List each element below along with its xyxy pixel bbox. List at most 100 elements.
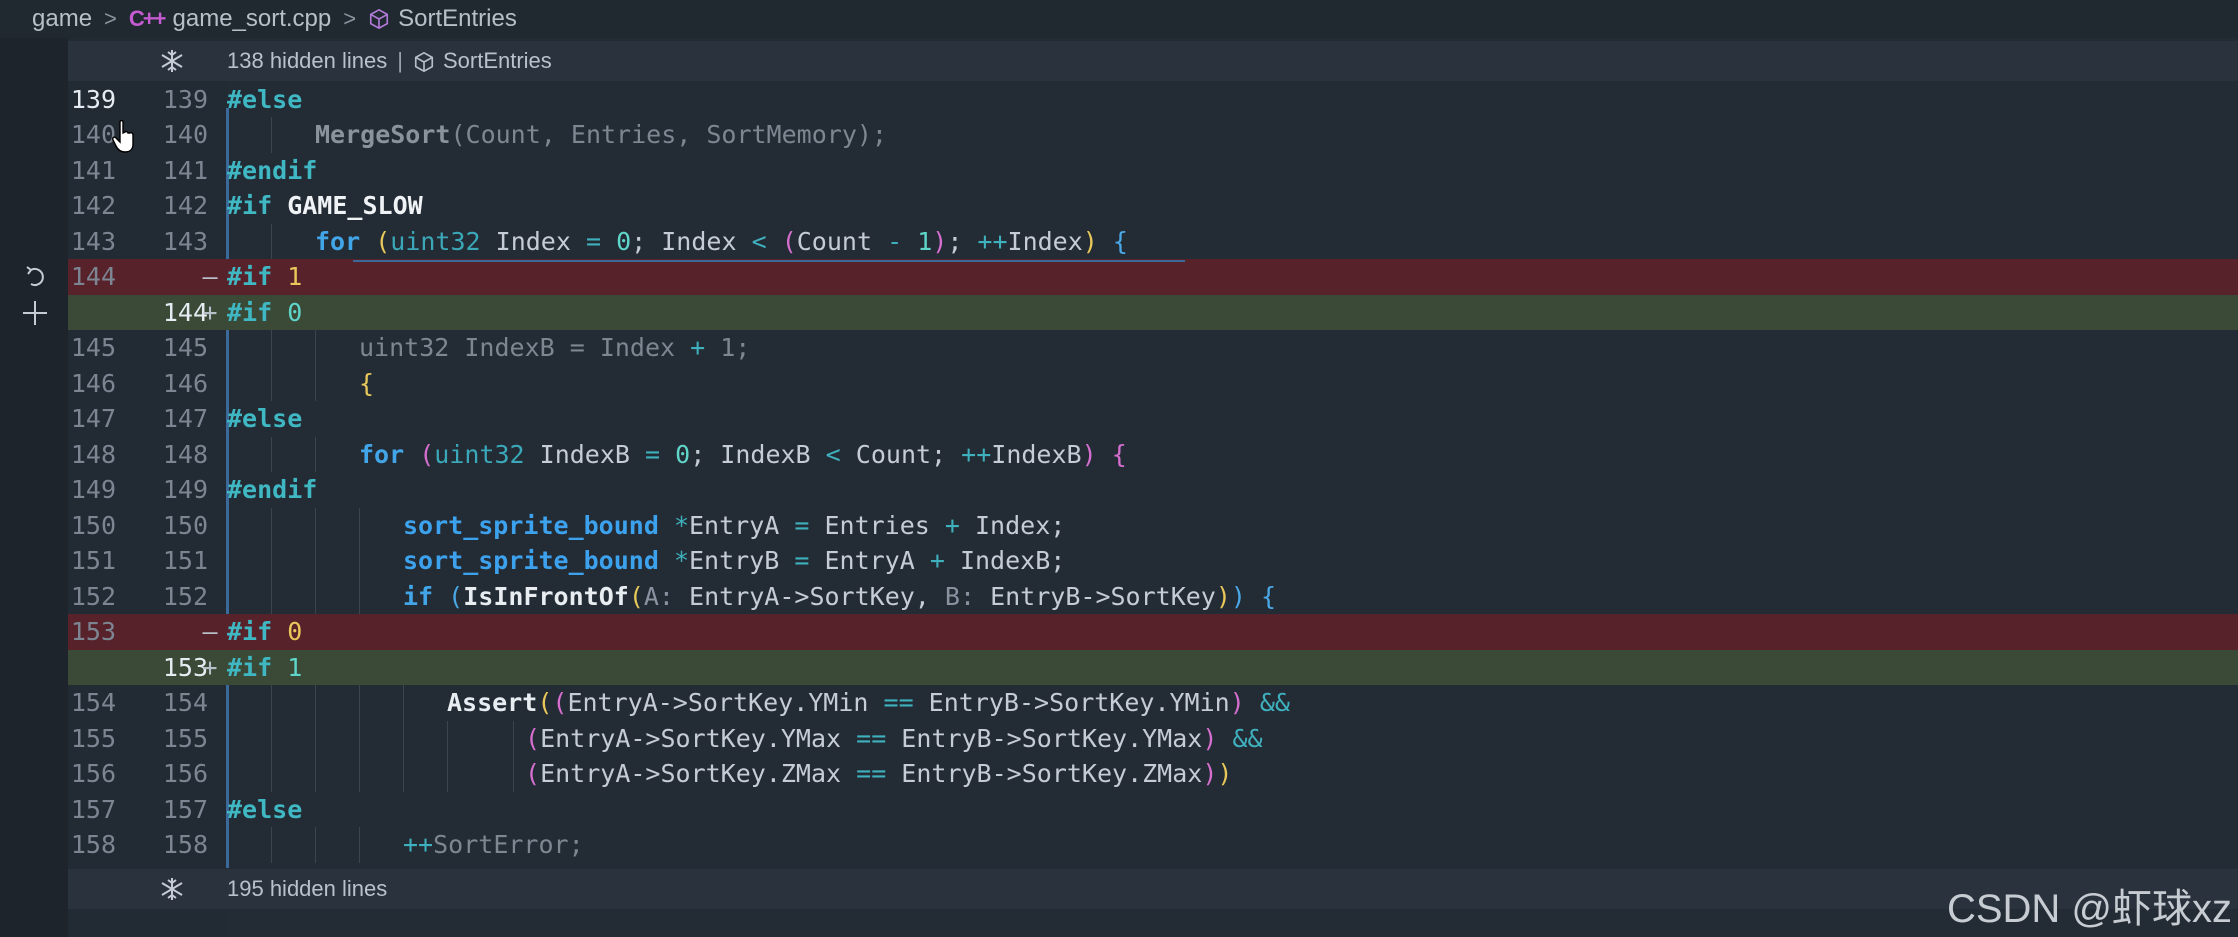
chevron-right-icon: > xyxy=(343,6,357,31)
deletion-marker: — xyxy=(202,617,218,647)
code-line[interactable]: 146 146 { xyxy=(68,365,2238,402)
code-text[interactable]: #else xyxy=(227,82,302,118)
code-text[interactable]: #if GAME_SLOW xyxy=(227,188,423,224)
code-text[interactable]: sort_sprite_bound *EntryA = Entries + In… xyxy=(403,508,1065,544)
old-line-number: 156 xyxy=(70,759,116,789)
code-text[interactable]: MergeSort(Count, Entries, SortMemory); xyxy=(315,117,887,153)
old-line-number: 151 xyxy=(70,546,116,576)
new-line-number: 140 xyxy=(162,120,208,150)
code-line[interactable]: 143 143 for (uint32 Index = 0; Index < (Co… xyxy=(68,223,2238,260)
breadcrumb-folder[interactable]: game xyxy=(32,5,92,33)
code-token: == xyxy=(883,688,914,718)
deleted-line[interactable]: 153 — #if 0 xyxy=(68,614,2238,650)
code-token: { xyxy=(359,368,375,398)
code-token: = xyxy=(794,510,810,540)
code-token: ( xyxy=(448,581,464,611)
folded-region-top[interactable]: 138 hidden lines | SortEntries xyxy=(68,41,2238,81)
code-line[interactable]: 152 152 if (IsInFrontOf(A: EntryA->SortKey… xyxy=(68,578,2238,615)
indent-guide xyxy=(315,720,316,757)
code-text[interactable]: for (uint32 IndexB = 0; IndexB < Count; … xyxy=(359,437,1127,473)
code-token: ( xyxy=(375,226,391,256)
code-token: ( xyxy=(450,120,466,150)
code-line[interactable]: 155 155 (EntryA->SortKey.YMax == EntryB->S… xyxy=(68,720,2238,757)
added-line[interactable]: 144 + #if 0 xyxy=(68,294,2238,331)
code-text[interactable]: uint32 IndexB = Index + 1; xyxy=(359,330,750,366)
code-line[interactable]: 156 156 (EntryA->SortKey.ZMax == EntryB->S… xyxy=(68,756,2238,792)
code-line[interactable]: 154 154 Assert((EntryA->SortKey.YMin == En… xyxy=(68,685,2238,721)
code-text[interactable]: for (uint32 Index = 0; Index < (Count - … xyxy=(315,224,1128,260)
code-line[interactable]: 150 150 sort_sprite_bound *EntryA = Entrie… xyxy=(68,507,2238,544)
code-token: * xyxy=(673,510,689,540)
indent-guide xyxy=(271,543,272,579)
code-token: ; xyxy=(947,226,978,256)
code-token: #if xyxy=(227,652,273,682)
code-line[interactable]: 147 147 #else xyxy=(68,401,2238,437)
code-line[interactable]: 140 140 MergeSort(Count, Entries, SortMemo… xyxy=(68,117,2238,153)
code-token: uint32 xyxy=(434,439,525,469)
code-text[interactable]: #if 1 xyxy=(227,650,302,686)
code-text[interactable]: ++SortError; xyxy=(403,827,584,863)
plus-icon[interactable] xyxy=(20,298,50,328)
folded-region-bottom[interactable]: 195 hidden lines xyxy=(68,869,2238,909)
code-text[interactable]: sort_sprite_bound *EntryB = EntryA + Ind… xyxy=(403,543,1065,579)
code-token: { xyxy=(1261,581,1277,611)
indent-guide xyxy=(359,578,360,615)
code-text[interactable]: #if 0 xyxy=(227,295,302,331)
code-line[interactable]: 148 148 for (uint32 IndexB = 0; IndexB < C… xyxy=(68,436,2238,473)
code-line[interactable]: 142 142 #if GAME_SLOW xyxy=(68,188,2238,224)
code-line[interactable]: 145 145 uint32 IndexB = Index + 1; xyxy=(68,330,2238,366)
code-token: == xyxy=(856,759,887,789)
code-token: IsInFrontOf xyxy=(463,581,629,611)
code-token: if xyxy=(403,581,434,611)
added-line[interactable]: 153 + #if 1 xyxy=(68,649,2238,686)
code-token: ++ xyxy=(977,226,1008,256)
code-text[interactable]: if (IsInFrontOf(A: EntryA->SortKey, B: E… xyxy=(403,579,1276,615)
code-token: { xyxy=(1111,439,1127,469)
code-token: EntryA->SortKey.YMax xyxy=(540,723,857,753)
code-token: 0 xyxy=(287,617,303,647)
code-token: ; IndexB xyxy=(690,439,826,469)
code-token: ( xyxy=(525,759,541,789)
code-text[interactable]: #endif xyxy=(227,472,317,508)
unfold-icon[interactable] xyxy=(158,875,186,903)
code-text[interactable]: #endif xyxy=(227,153,317,189)
code-text[interactable]: #if 1 xyxy=(227,259,302,295)
code-token: Index xyxy=(480,226,586,256)
old-line-number: 144 xyxy=(70,262,116,292)
code-line[interactable]: 158 158 ++SortError; xyxy=(68,827,2238,863)
code-text[interactable]: #if 0 xyxy=(227,614,302,650)
code-token: && xyxy=(1232,723,1263,753)
breadcrumb-symbol[interactable]: SortEntries xyxy=(398,5,517,33)
code-text[interactable]: Assert((EntryA->SortKey.YMin == EntryB->… xyxy=(447,685,1290,721)
deleted-line[interactable]: 144 — #if 1 xyxy=(68,259,2238,295)
code-line[interactable]: 157 157 #else xyxy=(68,792,2238,828)
code-token: { xyxy=(1112,226,1128,256)
code-text[interactable]: { xyxy=(359,366,374,402)
code-line[interactable]: 151 151 sort_sprite_bound *EntryB = EntryA… xyxy=(68,543,2238,579)
code-line[interactable]: 141 141 #endif xyxy=(68,153,2238,189)
old-line-number: 142 xyxy=(70,191,116,221)
code-text[interactable]: #else xyxy=(227,792,302,828)
old-line-number: 145 xyxy=(70,333,116,363)
code-line[interactable]: 149 149 #endif xyxy=(68,472,2238,508)
watermark: CSDN @虾球xz xyxy=(1946,887,2232,931)
code-token: EntryA->SortKey, xyxy=(673,581,945,611)
code-text[interactable]: (EntryA->SortKey.ZMax == EntryB->SortKey… xyxy=(525,756,1232,792)
breadcrumb-file[interactable]: game_sort.cpp xyxy=(173,5,332,33)
code-token: Index xyxy=(1007,226,1083,256)
code-token: = xyxy=(585,226,602,256)
chevron-right-icon: > xyxy=(104,6,117,31)
unfold-icon[interactable] xyxy=(158,47,186,75)
hover-underline xyxy=(353,260,1185,262)
code-text[interactable]: (EntryA->SortKey.YMax == EntryB->SortKey… xyxy=(525,721,1263,757)
code-text[interactable]: #else xyxy=(227,401,302,437)
old-line-number: 141 xyxy=(70,155,116,185)
revert-icon[interactable] xyxy=(22,264,48,290)
old-line-number: 150 xyxy=(70,510,116,540)
indent-guide xyxy=(271,436,272,473)
hand-cursor-icon xyxy=(112,120,134,153)
code-line[interactable]: 139 139 #else xyxy=(68,82,2238,118)
